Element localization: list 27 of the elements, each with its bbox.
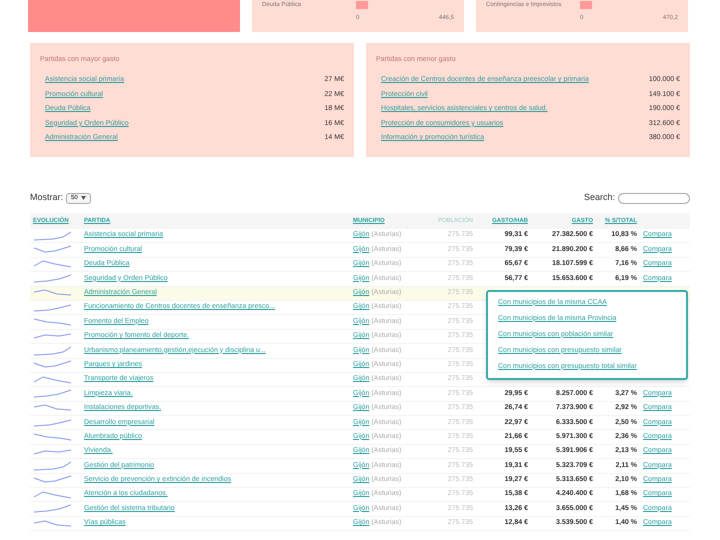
sparkline-icon <box>33 274 73 284</box>
sparkline-icon <box>33 475 73 486</box>
show-label: Mostrar: <box>30 191 64 204</box>
bar-fill <box>580 1 592 9</box>
bar-fill <box>356 1 368 9</box>
sparkline-icon <box>33 374 73 385</box>
sparkline-icon <box>33 346 73 356</box>
sparkline-icon <box>33 432 73 442</box>
chevron-down-icon <box>80 196 86 200</box>
sparkline-icon <box>33 360 73 370</box>
sparkline-icon <box>33 418 73 428</box>
sparkline-icon <box>33 460 73 471</box>
sparkline-icon <box>33 403 73 414</box>
sparkline-icon <box>33 230 73 241</box>
sparkline-icon <box>33 288 73 298</box>
sparkline-icon <box>33 490 73 500</box>
search-label: Search: <box>584 191 615 204</box>
sparkline-icon <box>33 259 73 270</box>
sparkline-icon <box>33 518 73 528</box>
sparkline-icon <box>33 302 73 313</box>
search-field[interactable] <box>618 192 690 204</box>
sparkline-icon <box>33 245 73 256</box>
sparkline-icon <box>33 388 73 399</box>
sparkline-icon <box>33 446 73 457</box>
sparkline-icon <box>33 331 73 342</box>
sparkline-icon <box>33 317 73 328</box>
sparkline-icon <box>33 504 73 514</box>
